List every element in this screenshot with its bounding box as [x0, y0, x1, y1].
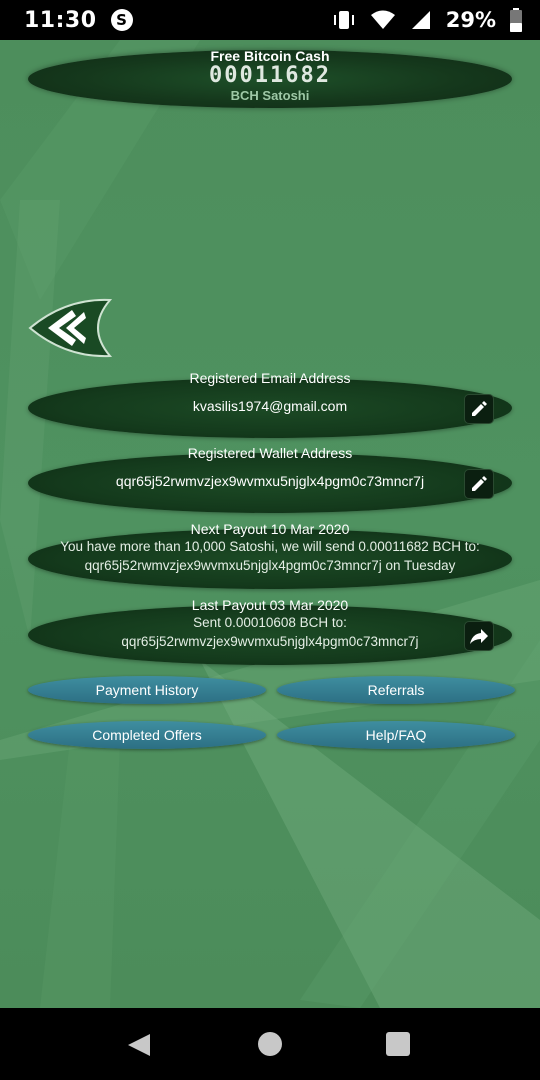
- view-transaction-button[interactable]: [464, 621, 494, 651]
- next-payout-line-2: qqr65j52rwmvzjex9wvmxu5njglx4pgm0c73mncr…: [84, 558, 456, 573]
- edit-wallet-button[interactable]: [464, 469, 494, 499]
- payment-history-button[interactable]: Payment History: [28, 676, 266, 704]
- status-time: 11:30: [24, 7, 97, 33]
- pencil-icon: [472, 401, 487, 416]
- wifi-icon: [370, 10, 395, 29]
- header: Free Bitcoin Cash 00011682 BCH Satoshi: [0, 48, 540, 103]
- next-payout-title: Next Payout 10 Mar 2020: [190, 521, 350, 537]
- email-panel-title: Registered Email Address: [189, 370, 351, 386]
- next-payout-details: You have more than 10,000 Satoshi, we wi…: [28, 537, 512, 575]
- pencil-icon: [472, 476, 487, 491]
- status-icons: 29%: [332, 8, 522, 32]
- nav-home-icon[interactable]: [258, 1032, 282, 1056]
- last-payout-panel: Last Payout 03 Mar 2020 Sent 0.00010608 …: [28, 597, 512, 665]
- back-button[interactable]: [26, 298, 113, 358]
- help-faq-button[interactable]: Help/FAQ: [277, 721, 515, 749]
- last-payout-details: Sent 0.00010608 BCH to: qqr65j52rwmvzjex…: [28, 613, 512, 651]
- status-bar: 11:30 S 29%: [0, 0, 540, 40]
- app-notification-icon: S: [110, 9, 133, 31]
- email-value: kvasilis1974@gmail.com: [192, 398, 348, 414]
- nav-recents-icon[interactable]: [386, 1032, 410, 1056]
- counter-unit: BCH Satoshi: [230, 88, 310, 103]
- satoshi-counter: 00011682: [209, 63, 331, 88]
- wallet-value: qqr65j52rwmvzjex9wvmxu5njglx4pgm0c73mncr…: [115, 473, 425, 489]
- email-panel: Registered Email Address kvasilis1974@gm…: [28, 370, 512, 438]
- last-payout-line-2: qqr65j52rwmvzjex9wvmxu5njglx4pgm0c73mncr…: [121, 634, 419, 649]
- cell-signal-icon: [411, 11, 430, 29]
- share-arrow-icon: [470, 629, 488, 644]
- next-payout-panel: Next Payout 10 Mar 2020 You have more th…: [28, 521, 512, 589]
- completed-offers-button[interactable]: Completed Offers: [28, 721, 266, 749]
- last-payout-line-1: Sent 0.00010608 BCH to:: [193, 615, 347, 630]
- next-payout-line-1: You have more than 10,000 Satoshi, we wi…: [60, 539, 480, 554]
- referrals-button[interactable]: Referrals: [277, 676, 515, 704]
- edit-email-button[interactable]: [464, 394, 494, 424]
- app-title: Free Bitcoin Cash: [210, 48, 330, 64]
- navigation-bar: [0, 1008, 540, 1080]
- nav-back-icon[interactable]: [126, 1032, 152, 1058]
- battery-percent: 29%: [445, 8, 496, 32]
- last-payout-title: Last Payout 03 Mar 2020: [191, 597, 349, 613]
- main-content: Free Bitcoin Cash 00011682 BCH Satoshi R…: [0, 40, 540, 1008]
- back-chevron-icon: [28, 298, 113, 358]
- vibrate-icon: [333, 11, 354, 29]
- wallet-panel-title: Registered Wallet Address: [187, 445, 353, 461]
- battery-icon: [510, 8, 522, 32]
- wallet-panel: Registered Wallet Address qqr65j52rwmvzj…: [28, 445, 512, 513]
